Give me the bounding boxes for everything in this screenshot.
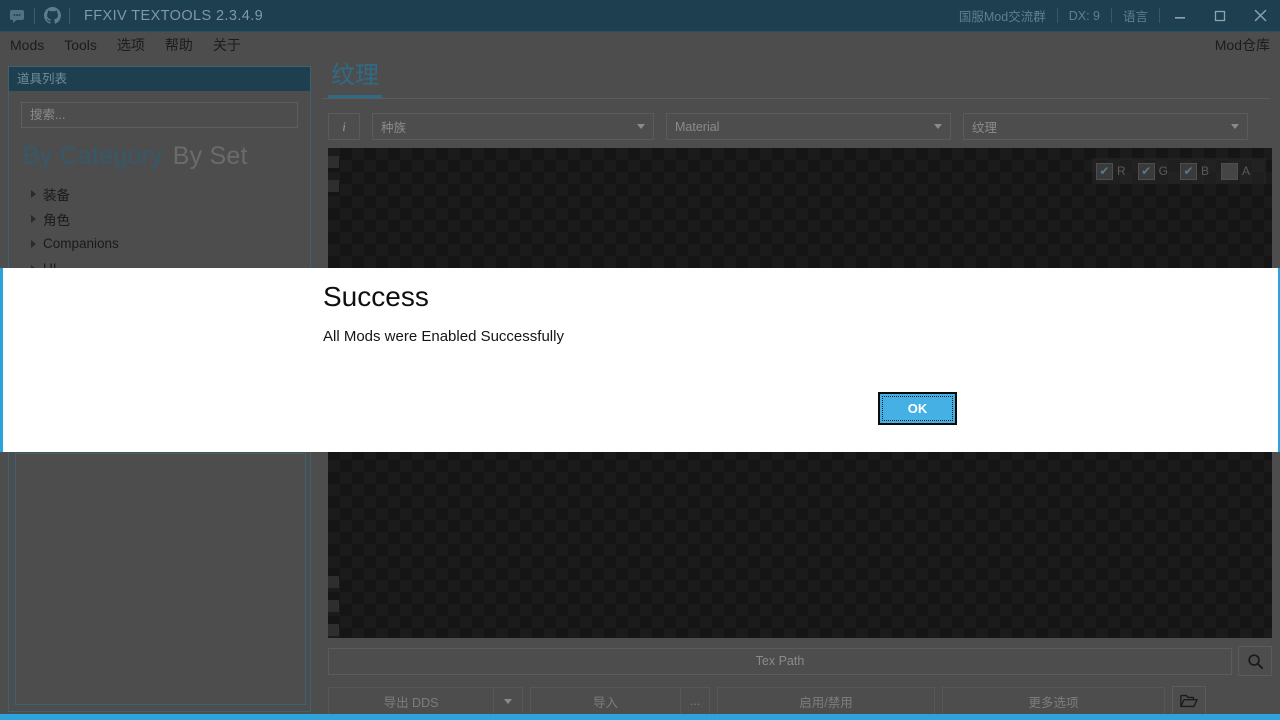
race-combo-value: 种族 — [381, 121, 407, 135]
checkbox-red[interactable] — [1095, 162, 1113, 180]
tree-item-companions[interactable]: Companions — [31, 231, 310, 256]
tab-texture[interactable]: 纹理 — [328, 55, 382, 98]
checkbox-green[interactable] — [1137, 162, 1155, 180]
channel-label-blue: B — [1200, 164, 1209, 178]
tree-item-label: Companions — [43, 236, 119, 251]
menu-bar: Mods Tools 选项 帮助 关于 Mod仓库 — [0, 32, 1280, 58]
tree-scroll-area[interactable] — [15, 453, 306, 705]
focus-outline — [882, 396, 953, 421]
scroll-blip — [328, 180, 339, 192]
export-dds-button[interactable]: 导出 DDS — [328, 687, 493, 715]
sidebar-header: 道具列表 — [9, 67, 310, 91]
chevron-down-icon — [504, 698, 512, 704]
titlebar-language[interactable]: 语言 — [1112, 0, 1159, 32]
scroll-blip — [328, 576, 339, 588]
menu-item-tools[interactable]: Tools — [54, 32, 107, 58]
checkbox-alpha[interactable] — [1220, 162, 1238, 180]
channel-label-red: R — [1116, 164, 1126, 178]
titlebar-dx-version[interactable]: DX: 9 — [1058, 0, 1111, 32]
action-button-row: 导出 DDS 导入 ... 启用/禁用 更多选项 — [320, 684, 1272, 718]
menu-item-about[interactable]: 关于 — [203, 32, 251, 58]
titlebar-right-group: 国服Mod交流群 DX: 9 语言 — [948, 0, 1280, 32]
minimize-icon[interactable] — [1160, 0, 1200, 32]
github-icon[interactable] — [35, 0, 69, 32]
menu-item-help[interactable]: 帮助 — [155, 32, 203, 58]
filter-row: i 种族 Material 纹理 — [320, 99, 1272, 140]
menu-item-mods[interactable]: Mods — [0, 32, 54, 58]
chevron-down-icon — [637, 124, 645, 129]
import-button[interactable]: 导入 — [530, 687, 680, 715]
chevron-right-icon[interactable] — [31, 239, 36, 248]
category-tree: 装备 角色 Companions UI — [9, 171, 310, 281]
tab-by-category[interactable]: By Category — [23, 142, 163, 171]
titlebar-link-modgroup[interactable]: 国服Mod交流群 — [948, 0, 1057, 32]
more-options-button[interactable]: 更多选项 — [942, 687, 1165, 715]
chevron-right-icon[interactable] — [31, 189, 36, 198]
channel-label-green: G — [1158, 164, 1168, 178]
maximize-icon[interactable] — [1200, 0, 1240, 32]
ok-button[interactable]: OK — [878, 392, 957, 425]
import-options-button[interactable]: ... — [680, 687, 710, 715]
search-icon[interactable] — [1238, 646, 1272, 676]
channel-toggle-row: R G B A — [1091, 158, 1266, 184]
main-tabs: 纹理 — [320, 58, 1272, 98]
tree-item-label: 装备 — [43, 187, 70, 203]
scroll-blip — [328, 600, 339, 612]
tex-path-input[interactable]: Tex Path — [328, 647, 1232, 675]
chevron-right-icon[interactable] — [31, 214, 36, 223]
tree-item-character[interactable]: 角色 — [31, 206, 310, 231]
scroll-blip — [328, 156, 339, 168]
menu-item-options[interactable]: 选项 — [107, 32, 155, 58]
scroll-blip — [328, 624, 339, 636]
material-combo-value: Material — [675, 119, 720, 134]
discord-icon[interactable] — [0, 0, 34, 32]
chevron-down-icon — [1231, 124, 1239, 129]
material-combo[interactable]: Material — [666, 113, 951, 140]
application-window: FFXIV TEXTOOLS 2.3.4.9 国服Mod交流群 DX: 9 语言… — [0, 0, 1280, 720]
texture-combo-value: 纹理 — [972, 121, 998, 135]
checkbox-blue[interactable] — [1179, 162, 1197, 180]
race-combo[interactable]: 种族 — [372, 113, 654, 140]
enable-disable-button[interactable]: 启用/禁用 — [717, 687, 935, 715]
dialog-title: Success — [323, 281, 429, 312]
tab-by-set[interactable]: By Set — [173, 142, 248, 171]
search-input[interactable]: 搜索... — [21, 102, 298, 128]
tree-item-equipment[interactable]: 装备 — [31, 181, 310, 206]
success-dialog: Success All Mods were Enabled Successful… — [0, 268, 1280, 452]
sidebar-tabs: By Category By Set — [9, 128, 310, 171]
folder-open-icon[interactable] — [1172, 686, 1206, 716]
import-split-button[interactable]: 导入 ... — [530, 687, 710, 715]
chevron-down-icon — [934, 124, 942, 129]
channel-label-alpha: A — [1241, 164, 1250, 178]
export-dropdown-button[interactable] — [493, 687, 523, 715]
texture-combo[interactable]: 纹理 — [963, 113, 1248, 140]
title-bar: FFXIV TEXTOOLS 2.3.4.9 国服Mod交流群 DX: 9 语言 — [0, 0, 1280, 32]
dialog-message: All Mods were Enabled Successfully — [323, 328, 564, 345]
tree-item-label: 角色 — [43, 212, 70, 228]
close-icon[interactable] — [1240, 0, 1280, 32]
bottom-accent-strip — [0, 714, 1280, 720]
app-title: FFXIV TEXTOOLS 2.3.4.9 — [84, 7, 264, 24]
info-icon[interactable]: i — [328, 113, 360, 140]
mod-repository-label[interactable]: Mod仓库 — [1215, 35, 1280, 55]
export-split-button[interactable]: 导出 DDS — [328, 687, 523, 715]
tex-path-row: Tex Path — [320, 646, 1272, 676]
